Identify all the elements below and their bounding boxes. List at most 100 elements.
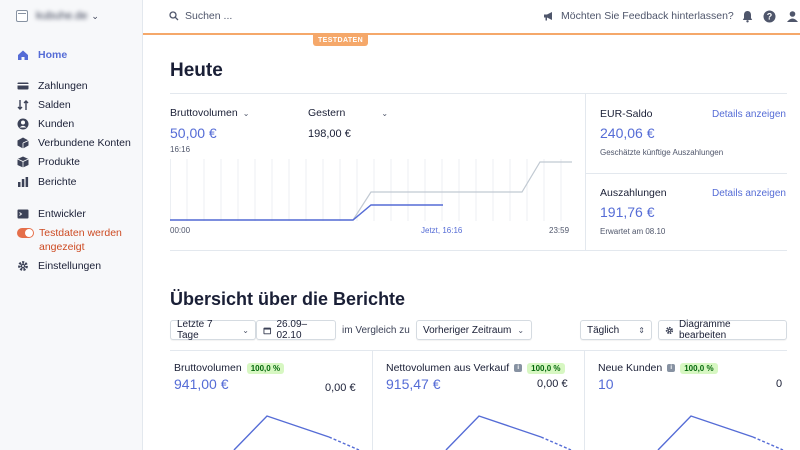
reports-title: Übersicht über die Berichte — [170, 289, 406, 309]
chevron-down-icon: ⌄ — [242, 325, 249, 335]
customers-icon — [17, 118, 29, 130]
sidebar-item-label: Produkte — [38, 156, 81, 168]
card-title: Nettovolumen aus Verkauf — [386, 362, 510, 374]
sidebar-item-label: Entwickler — [38, 208, 86, 220]
payments-icon — [17, 82, 29, 90]
sidebar-item-payments[interactable]: Zahlungen — [17, 78, 88, 94]
date-range-select[interactable]: Letzte 7 Tage ⌄ — [170, 319, 256, 341]
chevron-down-icon: ⌄ — [381, 108, 389, 118]
sidebar-item-products[interactable]: Produkte — [17, 154, 80, 170]
divider — [170, 250, 787, 251]
gross-volume-selector[interactable]: Bruttovolumen ⌄ — [170, 107, 249, 119]
card-sparkline — [445, 415, 572, 450]
sidebar-item-testdata-toggle[interactable]: Testdaten werden angezeigt — [17, 226, 132, 254]
connected-accounts-icon — [17, 137, 29, 149]
sidebar-item-label: Home — [38, 49, 68, 61]
axis-start-label: 00:00 — [170, 226, 191, 235]
sidebar-item-settings[interactable]: Einstellungen — [17, 258, 101, 274]
axis-end-label: 23:59 — [549, 226, 570, 235]
divider — [586, 173, 787, 174]
sidebar-item-connected-accounts[interactable]: Verbundene Konten — [17, 135, 131, 151]
user-icon[interactable] — [786, 10, 799, 23]
report-card-net-volume[interactable]: Nettovolumen aus Verkauf i 100,0 % — [386, 362, 565, 374]
home-icon — [18, 50, 28, 60]
gear-icon — [665, 326, 674, 334]
eur-balance-value: 240,06 € — [600, 125, 655, 141]
gross-volume-time: 16:16 — [170, 145, 191, 154]
gross-volume-value: 50,00 € — [170, 125, 217, 141]
payouts-note: Erwartet am 08.10 — [600, 227, 666, 236]
card-value: 941,00 € — [174, 376, 229, 392]
divider — [170, 93, 787, 94]
reports-icon — [18, 177, 29, 187]
card-value: 915,47 € — [386, 376, 441, 392]
change-badge: 100,0 % — [246, 362, 285, 374]
payouts-value: 191,76 € — [600, 204, 655, 220]
date-picker-value: 26.09–02.10 — [276, 319, 308, 341]
interval-value: Täglich — [587, 324, 620, 336]
search-icon — [169, 11, 179, 21]
compare-text: im Vergleich zu — [342, 325, 410, 336]
sidebar-item-label: Salden — [38, 99, 71, 111]
card-value: 10 — [598, 376, 614, 392]
sidebar-item-label: Testdaten werden angezeigt — [39, 227, 122, 253]
gear-icon — [18, 261, 28, 271]
top-bar: Suchen ... Möchten Sie Feedback hinterla… — [143, 0, 800, 35]
sidebar-item-developers[interactable]: Entwickler — [17, 206, 86, 222]
sidebar: kubuhe.de ⌄ Home Zahlungen Salden Kunden… — [0, 0, 143, 450]
eur-balance-details-link[interactable]: Details anzeigen — [712, 109, 786, 120]
products-icon — [17, 156, 29, 168]
info-icon[interactable]: i — [667, 364, 676, 372]
compare-period-selector[interactable]: Gestern ⌄ — [308, 107, 388, 119]
date-picker[interactable]: 26.09–02.10 — [256, 319, 336, 341]
compare-period-select[interactable]: Vorheriger Zeitraum ⌄ — [416, 320, 532, 340]
sidebar-item-home[interactable]: Home — [17, 47, 67, 63]
card-title: Bruttovolumen — [174, 362, 242, 374]
account-name: kubuhe.de — [36, 10, 88, 22]
compare-period-value: 198,00 € — [308, 128, 351, 140]
card-compare-value: 0 — [776, 378, 783, 390]
chevron-down-icon: ⌄ — [242, 108, 250, 118]
page-title: Heute — [170, 60, 223, 81]
payouts-label: Auszahlungen — [600, 187, 667, 199]
change-badge: 100,0 % — [527, 362, 565, 374]
card-sparkline — [657, 415, 784, 450]
help-icon[interactable]: ? — [763, 10, 776, 23]
svg-text:?: ? — [767, 12, 773, 22]
payouts-details-link[interactable]: Details anzeigen — [712, 188, 786, 199]
sidebar-item-customers[interactable]: Kunden — [17, 116, 74, 132]
main-content: Heute Bruttovolumen ⌄ 50,00 € 16:16 Geste… — [143, 37, 800, 450]
eur-balance-label: EUR-Saldo — [600, 108, 653, 120]
feedback-link[interactable]: Möchten Sie Feedback hinterlassen? — [543, 10, 734, 22]
sidebar-item-label: Berichte — [38, 176, 77, 188]
info-icon[interactable]: i — [514, 364, 523, 372]
report-card-new-customers[interactable]: Neue Kunden i 100,0 % — [598, 362, 718, 374]
edit-charts-button[interactable]: Diagramme bearbeiten — [658, 319, 787, 341]
testdata-toggle-switch[interactable] — [17, 228, 34, 238]
megaphone-icon — [544, 12, 552, 21]
balances-icon — [17, 100, 29, 110]
bell-icon[interactable] — [741, 10, 754, 23]
eur-balance-note: Geschätzte künftige Auszahlungen — [600, 148, 724, 157]
divider — [372, 350, 373, 450]
account-switcher[interactable]: kubuhe.de ⌄ — [16, 8, 99, 24]
today-chart — [170, 159, 572, 221]
card-compare-value: 0,00 € — [537, 378, 568, 390]
feedback-label: Möchten Sie Feedback hinterlassen? — [561, 10, 734, 22]
sidebar-item-reports[interactable]: Berichte — [17, 174, 77, 190]
sidebar-item-label: Verbundene Konten — [38, 137, 131, 149]
search-input[interactable]: Suchen ... — [169, 10, 232, 22]
search-placeholder: Suchen ... — [185, 10, 233, 22]
sidebar-item-balances[interactable]: Salden — [17, 97, 71, 113]
edit-charts-label: Diagramme bearbeiten — [678, 319, 731, 341]
card-title: Neue Kunden — [598, 362, 663, 374]
gross-volume-label: Bruttovolumen — [170, 107, 238, 119]
sidebar-item-label: Zahlungen — [38, 80, 88, 92]
report-card-gross-volume[interactable]: Bruttovolumen 100,0 % — [174, 362, 285, 374]
interval-select[interactable]: Täglich ⇕ — [580, 320, 652, 340]
divider — [170, 350, 787, 351]
sidebar-item-label: Einstellungen — [38, 260, 102, 272]
terminal-icon — [17, 209, 29, 219]
sort-icon: ⇕ — [638, 325, 645, 335]
chevron-down-icon: ⌄ — [517, 325, 525, 335]
